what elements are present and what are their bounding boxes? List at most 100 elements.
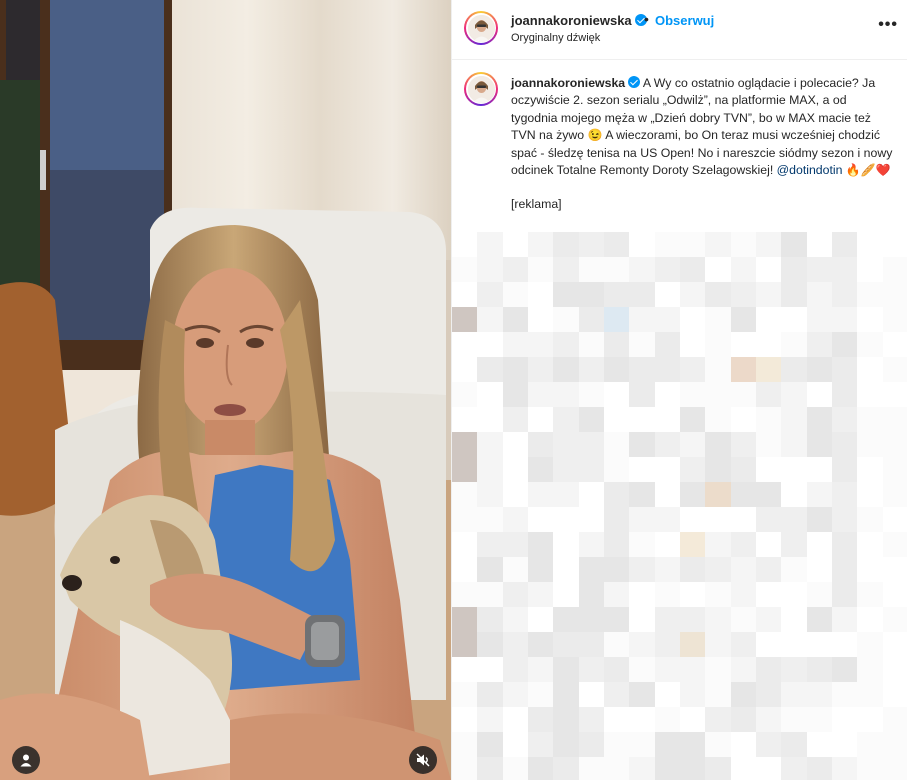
mosaic-cell: [831, 332, 858, 357]
mosaic-cell: [705, 682, 731, 707]
mosaic-cell: [527, 582, 554, 607]
mosaic-cell: [629, 332, 655, 357]
mosaic-cell: [781, 682, 807, 707]
more-options-icon[interactable]: •••: [878, 15, 898, 35]
mosaic-cell: [452, 382, 478, 407]
mosaic-cell: [578, 707, 604, 732]
mosaic-cell: [857, 732, 883, 757]
mosaic-cell: [629, 632, 655, 657]
mosaic-cell: [755, 457, 782, 482]
mosaic-cell: [629, 257, 655, 282]
mosaic-cell: [477, 582, 503, 607]
mosaic-cell: [553, 357, 579, 382]
mosaic-cell: [730, 407, 756, 432]
mosaic-cell: [755, 232, 782, 257]
mosaic-cell: [578, 582, 604, 607]
mosaic-cell: [578, 482, 604, 507]
mosaic-cell: [477, 707, 503, 732]
mosaic-cell: [603, 732, 630, 757]
mosaic-cell: [603, 332, 630, 357]
mosaic-cell: [603, 357, 630, 382]
mosaic-cell: [578, 332, 604, 357]
mosaic-cell: [705, 607, 731, 632]
mosaic-cell: [806, 657, 832, 682]
mosaic-cell: [831, 582, 858, 607]
mosaic-cell: [806, 232, 832, 257]
caption-username[interactable]: joannakoroniewska: [511, 76, 625, 90]
mosaic-cell: [679, 382, 706, 407]
mosaic-cell: [806, 507, 832, 532]
mosaic-cell: [831, 482, 858, 507]
mosaic-cell: [477, 407, 503, 432]
mosaic-cell: [781, 757, 807, 780]
mosaic-cell: [578, 557, 604, 582]
mosaic-cell: [882, 257, 907, 282]
mosaic-cell: [452, 632, 478, 657]
mosaic-cell: [603, 657, 630, 682]
mosaic-cell: [755, 282, 782, 307]
mosaic-cell: [781, 507, 807, 532]
video-frame-image: [0, 0, 451, 780]
mosaic-cell: [755, 657, 782, 682]
mosaic-cell: [857, 307, 883, 332]
mosaic-cell: [705, 482, 731, 507]
mosaic-cell: [578, 232, 604, 257]
mosaic-cell: [603, 557, 630, 582]
mosaic-cell: [502, 282, 528, 307]
mosaic-cell: [831, 307, 858, 332]
mosaic-cell: [831, 657, 858, 682]
post-media-video[interactable]: [0, 0, 451, 780]
mosaic-cell: [831, 532, 858, 557]
mosaic-cell: [781, 557, 807, 582]
mosaic-cell: [679, 632, 706, 657]
caption-author-avatar[interactable]: [464, 72, 498, 106]
mosaic-cell: [452, 507, 478, 532]
mosaic-cell: [654, 632, 680, 657]
mosaic-cell: [705, 532, 731, 557]
mosaic-cell: [806, 582, 832, 607]
mute-toggle-button[interactable]: [409, 746, 437, 774]
mosaic-cell: [831, 457, 858, 482]
mosaic-cell: [603, 532, 630, 557]
mention-link[interactable]: @dotindotin: [777, 163, 843, 177]
mosaic-cell: [806, 757, 832, 780]
mosaic-cell: [452, 557, 478, 582]
mosaic-cell: [603, 482, 630, 507]
mosaic-cell: [553, 257, 579, 282]
follow-button[interactable]: Obserwuj: [655, 13, 714, 28]
mosaic-cell: [806, 332, 832, 357]
audio-label-link[interactable]: Oryginalny dźwięk: [511, 32, 600, 44]
mosaic-cell: [502, 232, 528, 257]
mosaic-cell: [679, 607, 706, 632]
mosaic-cell: [882, 232, 907, 257]
mosaic-cell: [629, 482, 655, 507]
person-tag-icon: [19, 753, 33, 767]
mosaic-cell: [654, 732, 680, 757]
mosaic-cell: [679, 457, 706, 482]
mosaic-cell: [477, 357, 503, 382]
mosaic-cell: [578, 732, 604, 757]
author-username-link[interactable]: joannakoroniewska: [511, 13, 647, 28]
mosaic-cell: [452, 732, 478, 757]
mosaic-cell: [578, 682, 604, 707]
mosaic-cell: [781, 282, 807, 307]
separator-dot: •: [644, 11, 649, 27]
mosaic-cell: [857, 382, 883, 407]
mosaic-cell: [452, 357, 478, 382]
mosaic-cell: [882, 682, 907, 707]
mosaic-cell: [831, 407, 858, 432]
mosaic-cell: [603, 507, 630, 532]
mosaic-cell: [831, 732, 858, 757]
tag-people-button[interactable]: [12, 746, 40, 774]
mosaic-cell: [781, 607, 807, 632]
mosaic-cell: [452, 407, 478, 432]
mosaic-cell: [781, 457, 807, 482]
author-avatar[interactable]: [464, 11, 498, 45]
mosaic-cell: [806, 457, 832, 482]
mosaic-cell: [502, 307, 528, 332]
mosaic-cell: [477, 457, 503, 482]
mosaic-cell: [882, 632, 907, 657]
mosaic-cell: [806, 282, 832, 307]
mosaic-cell: [806, 257, 832, 282]
mosaic-cell: [755, 432, 782, 457]
